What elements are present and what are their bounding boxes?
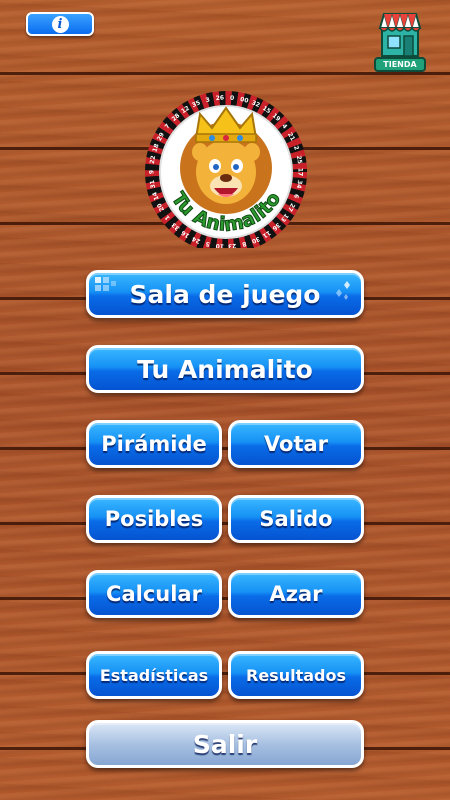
info-button[interactable]: i xyxy=(26,12,94,36)
posibles-label: Posibles xyxy=(104,507,204,531)
store-button[interactable]: TIENDA xyxy=(374,8,426,72)
store-label: TIENDA xyxy=(374,57,426,72)
logo-image: 263351228729182293114201331624 5 10 23 8 3011… xyxy=(145,91,307,253)
roulette-number: 26 xyxy=(215,94,224,102)
roulette-number: 34 xyxy=(295,179,303,188)
roulette-number: 23 xyxy=(228,242,237,248)
estadisticas-button[interactable]: Estadísticas xyxy=(86,651,222,699)
posibles-button[interactable]: Posibles xyxy=(86,495,222,543)
azar-button[interactable]: Azar xyxy=(228,570,364,618)
salido-button[interactable]: Salido xyxy=(228,495,364,543)
resultados-label: Resultados xyxy=(246,665,346,685)
info-icon: i xyxy=(51,15,69,33)
calcular-label: Calcular xyxy=(106,582,202,606)
salido-label: Salido xyxy=(259,507,333,531)
calcular-button[interactable]: Calcular xyxy=(86,570,222,618)
estadisticas-label: Estadísticas xyxy=(99,665,209,685)
tu-animalito-logo: 26 3 35 12 28 7 29 18 22 9 31 14 20 1 33 16 24 5 10 23 8 30 11… xyxy=(144,88,308,253)
sala-de-juego-button[interactable]: Sala de juego xyxy=(86,270,364,318)
piramide-label: Pirámide xyxy=(101,432,207,456)
store-icon xyxy=(378,12,422,57)
tu-animalito-button[interactable]: Tu Animalito xyxy=(86,345,364,393)
salir-button[interactable]: Salir xyxy=(86,720,364,768)
roulette-number: 22 xyxy=(149,155,157,164)
azar-label: Azar xyxy=(269,582,323,606)
salir-label: Salir xyxy=(192,729,258,759)
votar-button[interactable]: Votar xyxy=(228,420,364,468)
sala-de-juego-label: Sala de juego xyxy=(129,279,321,309)
roulette-number: 0 xyxy=(230,95,235,102)
roulette-number: 9 xyxy=(149,170,156,174)
piramide-button[interactable]: Pirámide xyxy=(86,420,222,468)
roulette-number: 31 xyxy=(149,179,157,188)
roulette-number: 17 xyxy=(297,168,304,176)
tu-animalito-label: Tu Animalito xyxy=(137,354,313,384)
roulette-number: 25 xyxy=(295,155,303,164)
roulette-number: 10 xyxy=(215,242,224,248)
sparkle-icon xyxy=(336,281,350,300)
sparkle-icon xyxy=(95,277,116,291)
votar-label: Votar xyxy=(263,432,329,456)
resultados-button[interactable]: Resultados xyxy=(228,651,364,699)
